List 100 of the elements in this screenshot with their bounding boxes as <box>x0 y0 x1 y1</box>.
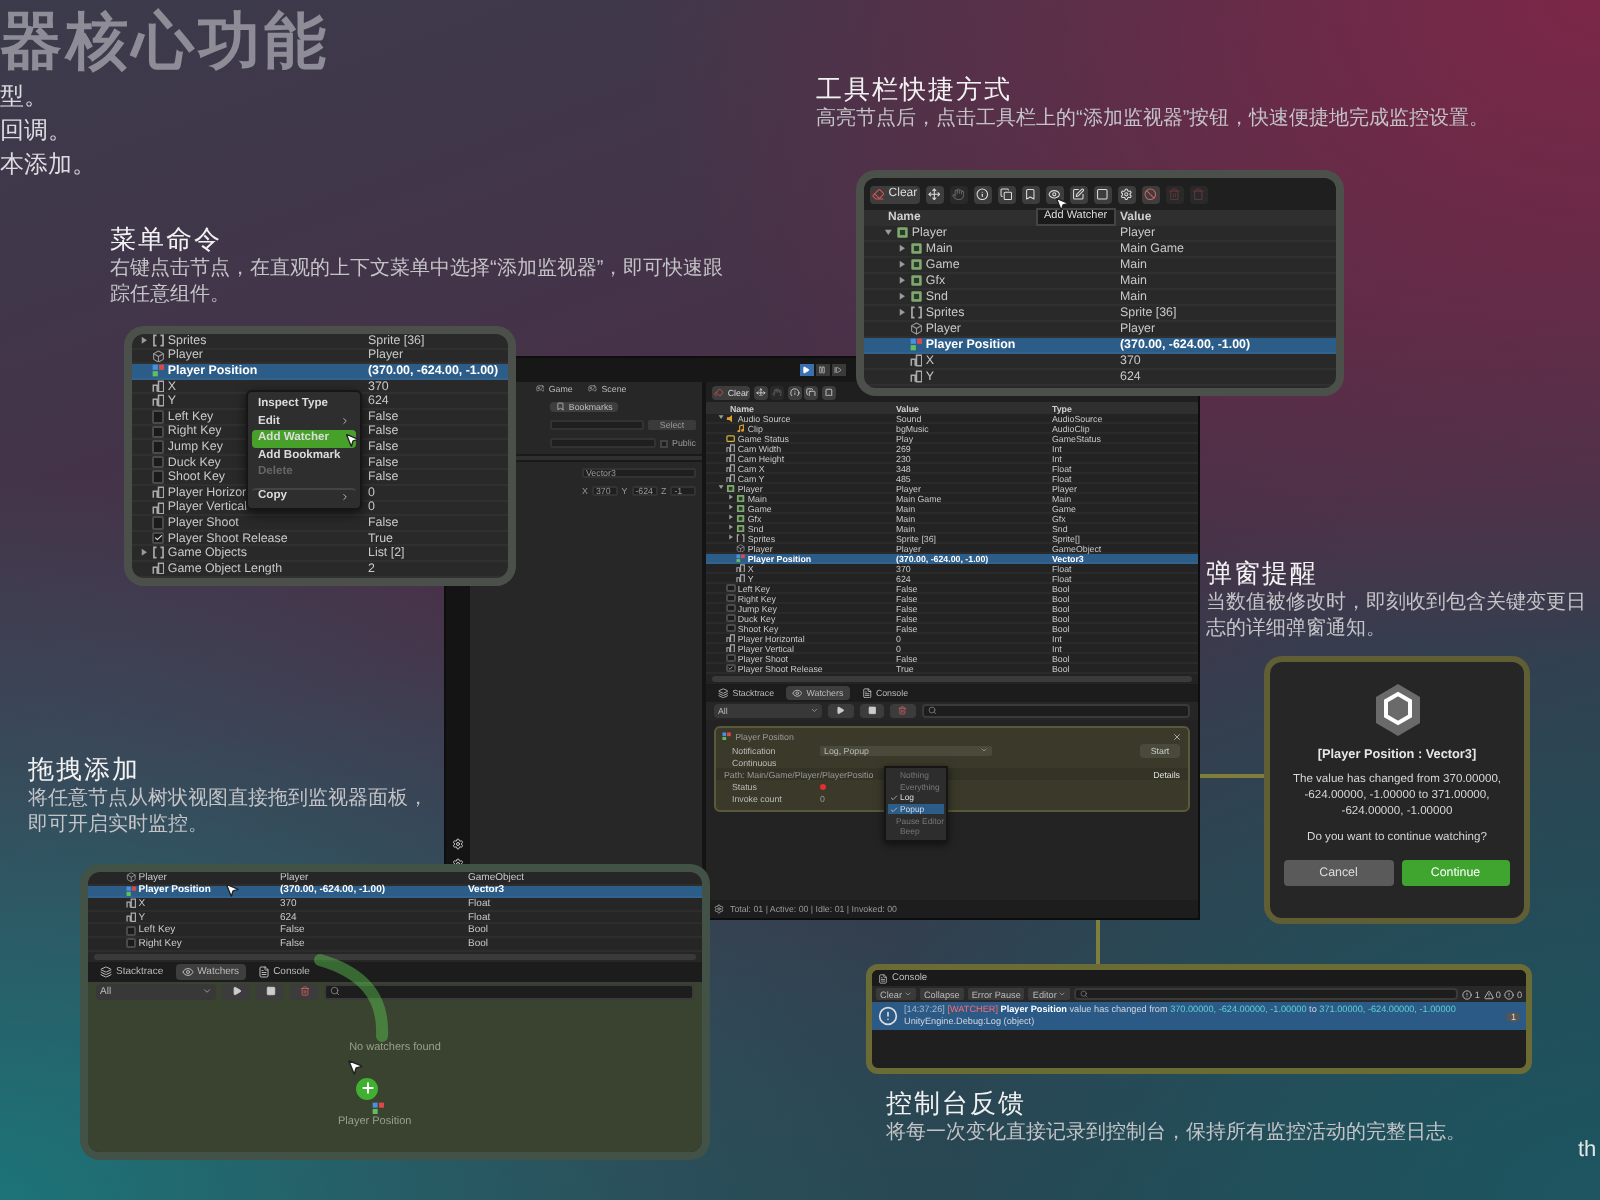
hand-icon <box>951 187 965 201</box>
gear-icon <box>1119 187 1133 201</box>
toolbar-button[interactable] <box>997 185 1016 203</box>
chevron-icon <box>340 416 350 427</box>
stop-button[interactable] <box>859 704 885 718</box>
cube-icon <box>736 543 746 553</box>
checkbox[interactable] <box>125 925 136 936</box>
disclosure-triangle[interactable] <box>898 276 907 286</box>
ban-icon <box>1143 187 1157 201</box>
step-button[interactable] <box>831 364 845 376</box>
search-field[interactable] <box>921 704 1190 718</box>
caret-icon <box>809 706 818 716</box>
checkbox[interactable] <box>726 653 736 663</box>
axes-icon <box>125 885 136 897</box>
axes-icon <box>151 364 165 378</box>
cube-icon <box>909 322 923 336</box>
disclosure-triangle[interactable] <box>898 244 907 254</box>
toolbar-button[interactable] <box>1117 185 1136 203</box>
eye-icon <box>792 687 803 699</box>
toolbar-button[interactable] <box>1021 185 1040 203</box>
info-icon <box>975 187 989 201</box>
toolbar-button[interactable] <box>1045 185 1064 203</box>
axes-icon <box>909 338 923 352</box>
check-icon <box>728 663 734 673</box>
pause-button[interactable] <box>815 364 829 376</box>
play-button[interactable] <box>828 704 854 718</box>
search-field[interactable] <box>1074 988 1459 1000</box>
search-icon <box>927 706 937 716</box>
stop-button[interactable] <box>256 983 284 1000</box>
disclosure-triangle[interactable] <box>140 548 149 558</box>
checkbox[interactable] <box>726 593 736 603</box>
feature-title: 拖拽添加 <box>28 752 142 786</box>
console-icon <box>878 973 888 983</box>
check-icon <box>153 532 163 544</box>
bookmark-icon <box>1023 187 1037 201</box>
feature-description: 将每一次变化直接记录到控制台，保持所有监控活动的完整日志。 <box>886 1120 1468 1146</box>
edit-icon <box>1071 187 1085 201</box>
number-icon <box>151 561 165 575</box>
feature-description: 将任意节点从树状视图直接拖到监视器面板，即可开启实时监控。 <box>28 786 430 838</box>
intro-line: 回调。 <box>0 114 74 148</box>
checkbox[interactable] <box>151 410 165 424</box>
hand-icon <box>772 387 783 397</box>
search-icon <box>330 986 340 997</box>
feature-description: 高亮节点后，点击工具栏上的“添加监视器”按钮，快速便捷地完成监控设置。 <box>816 106 1492 132</box>
gear-icon <box>714 904 724 914</box>
brackets-icon <box>909 306 923 320</box>
disclosure-triangle[interactable] <box>898 308 907 318</box>
disclosure-triangle[interactable] <box>898 292 907 302</box>
checkbox[interactable] <box>151 440 165 454</box>
text-field[interactable] <box>550 438 657 448</box>
error-icon <box>1504 989 1515 999</box>
gear-icon <box>452 838 464 850</box>
toolbar-button[interactable] <box>1069 185 1088 203</box>
checkbox[interactable] <box>151 470 165 484</box>
checkbox[interactable] <box>726 623 736 633</box>
note-icon <box>736 423 746 433</box>
disclosure-triangle[interactable] <box>140 336 149 345</box>
play-button[interactable] <box>799 364 813 376</box>
layers-icon <box>718 687 729 699</box>
stop-icon <box>867 706 877 716</box>
feature-title: 控制台反馈 <box>886 1086 1028 1120</box>
copy-icon <box>999 187 1013 201</box>
feature-description: 右键点击节点，在直观的上下文菜单中选择“添加监视器”，即可快速跟踪任意组件。 <box>110 256 726 308</box>
brackets-icon <box>151 546 165 560</box>
move-icon <box>755 387 766 397</box>
disclosure-triangle[interactable] <box>898 260 907 270</box>
connector-line <box>1200 774 1264 778</box>
move-icon <box>927 187 941 201</box>
checkbox[interactable] <box>726 603 736 613</box>
feature-title: 菜单命令 <box>110 222 224 256</box>
checkbox[interactable] <box>726 613 736 623</box>
search-icon <box>1080 990 1089 998</box>
warning-icon <box>1483 989 1494 999</box>
checkbox[interactable] <box>125 938 136 949</box>
layers-icon <box>100 965 112 978</box>
cursor-icon <box>346 1057 364 1076</box>
toolbar-button[interactable] <box>804 385 819 399</box>
connector-line <box>1096 920 1100 964</box>
toolbar-button[interactable] <box>1093 185 1112 203</box>
play-button[interactable] <box>222 983 250 1000</box>
checkbox[interactable] <box>151 516 165 530</box>
scene-icon <box>588 384 598 394</box>
status-icon <box>726 433 736 443</box>
trash-icon <box>299 986 309 997</box>
chevron-icon <box>340 491 350 502</box>
toolbar-button[interactable] <box>821 385 836 399</box>
disclosure-triangle[interactable] <box>718 484 725 492</box>
bookmark-icon <box>556 402 565 412</box>
disclosure-triangle[interactable] <box>884 228 893 238</box>
intro-line: 型。 <box>0 80 50 114</box>
info-icon <box>789 387 800 397</box>
toolbar-button[interactable] <box>925 185 944 203</box>
trash-icon <box>1167 187 1181 201</box>
search-field[interactable] <box>324 983 694 1000</box>
checkbox[interactable] <box>726 583 736 593</box>
brackets-icon <box>151 334 165 348</box>
checkbox[interactable] <box>726 663 736 673</box>
disclosure-triangle[interactable] <box>718 414 725 422</box>
copy-icon <box>806 387 817 397</box>
toolbar-button[interactable] <box>753 385 768 399</box>
